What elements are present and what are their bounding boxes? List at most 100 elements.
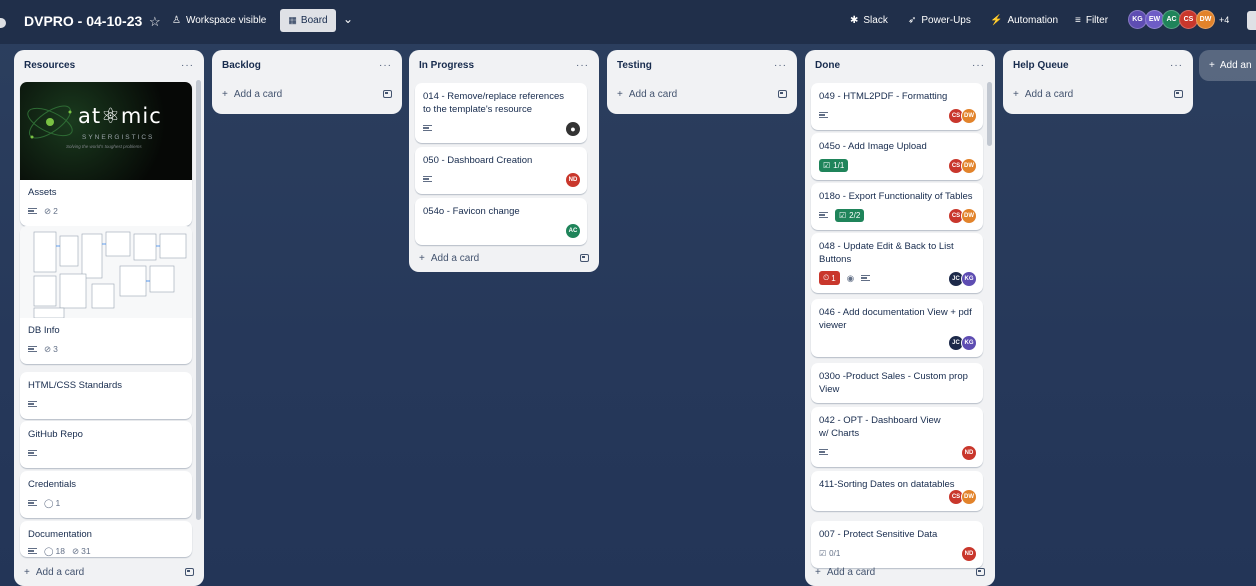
card-badges <box>423 171 579 187</box>
card-048[interactable]: 048 - Update Edit & Back to List Buttons… <box>811 233 983 293</box>
card-db-info[interactable]: DB Info ⊘ 3 <box>20 226 192 364</box>
card-badges <box>423 222 579 238</box>
slack-button[interactable]: ✱ Slack <box>850 15 888 26</box>
plus-icon: + <box>617 88 623 100</box>
clock-icon: ⏲ <box>823 273 830 282</box>
card-html-css-standards[interactable]: HTML/CSS Standards <box>20 372 192 419</box>
attachment-count: 3 <box>53 344 58 354</box>
card-cover-image <box>20 226 192 318</box>
list-title[interactable]: Help Queue <box>1013 60 1069 71</box>
card-template-icon[interactable] <box>1174 90 1183 98</box>
card-014[interactable]: 014 - Remove/replace references to the t… <box>415 83 587 143</box>
avatar[interactable]: KG <box>961 335 977 351</box>
visibility-button[interactable]: ♙ Workspace visible <box>172 15 266 26</box>
board-members[interactable]: KG EW AC CS DW +4 <box>1128 10 1229 29</box>
card-049[interactable]: 049 - HTML2PDF - Formatting CS DW <box>811 83 983 130</box>
attachment-icon: ⊘ <box>71 545 80 556</box>
comment-icon: ◯ <box>44 497 54 508</box>
card-030o[interactable]: 030o -Product Sales - Custom prop View <box>811 363 983 403</box>
description-icon <box>423 176 432 182</box>
avatar[interactable]: KG <box>961 271 977 287</box>
list-menu-button[interactable]: ··· <box>972 60 985 71</box>
list-title[interactable]: Done <box>815 60 840 71</box>
avatar[interactable]: DW <box>1196 10 1215 29</box>
card-documentation[interactable]: Documentation ◯ 18 ⊘ 31 <box>20 521 192 557</box>
powerups-button[interactable]: ➶ Power-Ups <box>908 15 971 26</box>
list-scrollbar[interactable] <box>196 80 201 520</box>
add-card-button[interactable]: + Add a card <box>1003 80 1193 108</box>
avatar[interactable]: ND <box>565 172 581 188</box>
list-menu-button[interactable]: ··· <box>181 60 194 71</box>
card-046[interactable]: 046 - Add documentation View + pdf viewe… <box>811 299 983 357</box>
description-icon <box>423 125 432 131</box>
card-title: 030o -Product Sales - Custom prop View <box>819 371 968 395</box>
description-icon <box>819 112 828 118</box>
card-045o[interactable]: 045o - Add Image Upload ☑ 1/1 CS DW <box>811 133 983 180</box>
list-header: In Progress ··· <box>409 50 599 80</box>
card-template-icon[interactable] <box>778 90 787 98</box>
automation-button[interactable]: ⚡ Automation <box>990 15 1058 26</box>
plus-icon: + <box>24 566 30 578</box>
plus-icon: + <box>1209 60 1215 71</box>
list-menu-button[interactable]: ··· <box>379 60 392 71</box>
list-title[interactable]: Resources <box>24 60 75 71</box>
card-title: Documentation <box>28 529 92 540</box>
board-title[interactable]: DVPRO - 04-10-23 <box>24 13 142 29</box>
description-icon <box>28 548 37 554</box>
card-members: ND <box>961 445 977 461</box>
filter-label: Filter <box>1085 15 1109 26</box>
card-050[interactable]: 050 - Dashboard Creation ND <box>415 147 587 194</box>
add-card-label: + Add a card <box>815 567 875 578</box>
add-card-button[interactable]: + Add a card <box>805 558 995 586</box>
card-badges: ◯ 1 <box>28 495 184 511</box>
card-assets[interactable]: at⚛mic SYNERGISTICS Solving the world's … <box>20 82 192 226</box>
add-card-label: + Add a card <box>24 567 84 578</box>
avatar[interactable]: DW <box>961 108 977 124</box>
share-button[interactable] <box>1247 11 1256 30</box>
add-list-button[interactable]: + Add an <box>1199 50 1256 81</box>
description-icon <box>28 208 37 214</box>
schema-diagram-graphic <box>33 231 187 318</box>
avatar[interactable]: ND <box>961 445 977 461</box>
checklist-badge: ☑ 1/1 <box>819 158 849 172</box>
card-members: JC KG <box>948 335 977 351</box>
avatar[interactable]: DW <box>961 208 977 224</box>
chevron-down-icon[interactable]: ⌄ <box>343 12 353 26</box>
automation-label: Automation <box>1007 15 1059 26</box>
more-members-count[interactable]: +4 <box>1219 15 1229 25</box>
card-054o[interactable]: 054o - Favicon change AC <box>415 198 587 245</box>
add-card-button[interactable]: + Add a card <box>607 80 797 108</box>
card-github-repo[interactable]: GitHub Repo <box>20 421 192 468</box>
avatar-photo[interactable]: ● <box>565 121 581 137</box>
list-scrollbar[interactable] <box>987 82 992 146</box>
card-042[interactable]: 042 - OPT - Dashboard View w/ Charts ND <box>811 407 983 467</box>
avatar[interactable]: AC <box>565 223 581 239</box>
card-template-icon[interactable] <box>383 90 392 98</box>
list-title[interactable]: Backlog <box>222 60 261 71</box>
card-credentials[interactable]: Credentials ◯ 1 <box>20 471 192 518</box>
list-title[interactable]: Testing <box>617 60 652 71</box>
card-template-icon[interactable] <box>976 568 985 576</box>
filter-button[interactable]: ≡ Filter <box>1075 15 1108 26</box>
list-menu-button[interactable]: ··· <box>1170 60 1183 71</box>
board-view-button[interactable]: ▦ Board <box>280 9 336 32</box>
add-card-button[interactable]: + Add a card <box>409 244 599 272</box>
avatar[interactable]: DW <box>961 489 977 505</box>
add-card-text: Add a card <box>233 88 283 100</box>
list-menu-button[interactable]: ··· <box>774 60 787 71</box>
list-done: Done ··· 049 - HTML2PDF - Formatting CS … <box>805 50 995 586</box>
add-card-text: Add a card <box>1024 88 1074 100</box>
card-title: HTML/CSS Standards <box>28 380 122 391</box>
avatar[interactable]: DW <box>961 158 977 174</box>
card-template-icon[interactable] <box>185 568 194 576</box>
card-template-icon[interactable] <box>580 254 589 262</box>
star-icon[interactable]: ☆ <box>149 14 161 30</box>
add-card-button[interactable]: + Add a card <box>212 80 402 108</box>
list-menu-button[interactable]: ··· <box>576 60 589 71</box>
card-badges <box>819 444 975 460</box>
card-018o[interactable]: 018o - Export Functionality of Tables ☑ 2… <box>811 183 983 230</box>
card-badges: ⊘ 2 <box>28 203 184 219</box>
add-card-button[interactable]: + Add a card <box>14 558 204 586</box>
card-411[interactable]: 411-Sorting Dates on datatables CS DW <box>811 471 983 511</box>
list-title[interactable]: In Progress <box>419 60 474 71</box>
